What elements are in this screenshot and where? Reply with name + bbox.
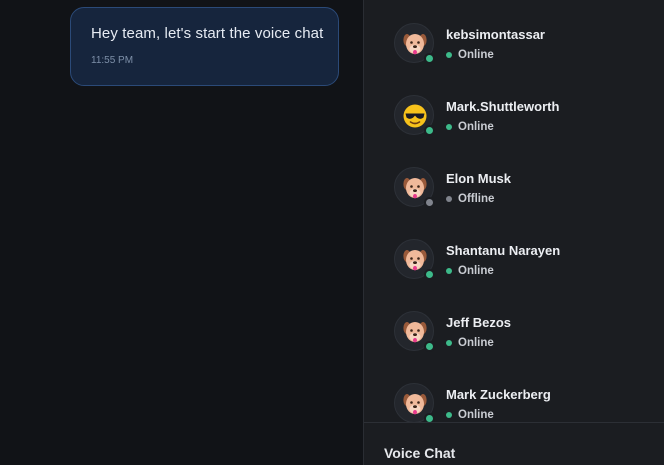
avatar[interactable]	[394, 383, 435, 422]
member-status: Online	[446, 265, 494, 277]
message-timestamp: 11:55 PM	[91, 55, 134, 66]
status-dot-icon	[446, 268, 452, 274]
member-item[interactable]: Elon Musk Offline	[394, 167, 654, 215]
member-status: Online	[446, 337, 494, 349]
avatar[interactable]	[394, 239, 435, 280]
avatar[interactable]	[394, 311, 435, 352]
member-item[interactable]: Mark.Shuttleworth Online	[394, 95, 654, 143]
member-name: Shantanu Narayen	[446, 243, 561, 258]
voice-chat-title: Voice Chat	[384, 445, 456, 461]
member-name: kebsimontassar	[446, 27, 545, 42]
presence-indicator-icon	[424, 413, 435, 422]
member-name: Mark.Shuttleworth	[446, 99, 560, 114]
status-dot-icon	[446, 124, 452, 130]
presence-indicator-icon	[424, 197, 435, 208]
member-status-text: Online	[458, 49, 494, 61]
member-item[interactable]: kebsimontassar Online	[394, 23, 654, 71]
avatar[interactable]	[394, 167, 435, 208]
presence-indicator-icon	[424, 125, 435, 136]
status-dot-icon	[446, 52, 452, 58]
chat-area: Hey team, let's start the voice chat 11:…	[0, 0, 363, 465]
avatar[interactable]	[394, 95, 435, 136]
member-item[interactable]: Mark Zuckerberg Online	[394, 383, 654, 422]
member-item[interactable]: Shantanu Narayen Online	[394, 239, 654, 287]
member-status-text: Online	[458, 337, 494, 349]
member-status: Online	[446, 121, 494, 133]
member-item[interactable]: Jeff Bezos Online	[394, 311, 654, 359]
message-text: Hey team, let's start the voice chat	[91, 25, 324, 42]
member-status-text: Online	[458, 121, 494, 133]
member-status-text: Offline	[458, 193, 495, 205]
status-dot-icon	[446, 196, 452, 202]
status-dot-icon	[446, 340, 452, 346]
voice-chat-section[interactable]: Voice Chat	[364, 422, 664, 465]
member-status: Online	[446, 49, 494, 61]
member-name: Mark Zuckerberg	[446, 387, 551, 402]
member-status-text: Online	[458, 409, 494, 421]
presence-indicator-icon	[424, 269, 435, 280]
member-list[interactable]: kebsimontassar Online Mark.Shuttleworth On…	[364, 0, 664, 422]
status-dot-icon	[446, 412, 452, 418]
member-status-text: Online	[458, 265, 494, 277]
member-name: Elon Musk	[446, 171, 512, 186]
member-name: Jeff Bezos	[446, 315, 512, 330]
message-bubble[interactable]: Hey team, let's start the voice chat 11:…	[70, 7, 339, 86]
avatar[interactable]	[394, 23, 435, 64]
presence-indicator-icon	[424, 53, 435, 64]
presence-indicator-icon	[424, 341, 435, 352]
member-status: Offline	[446, 193, 494, 205]
members-panel: kebsimontassar Online Mark.Shuttleworth On…	[363, 0, 664, 465]
member-status: Online	[446, 409, 494, 421]
